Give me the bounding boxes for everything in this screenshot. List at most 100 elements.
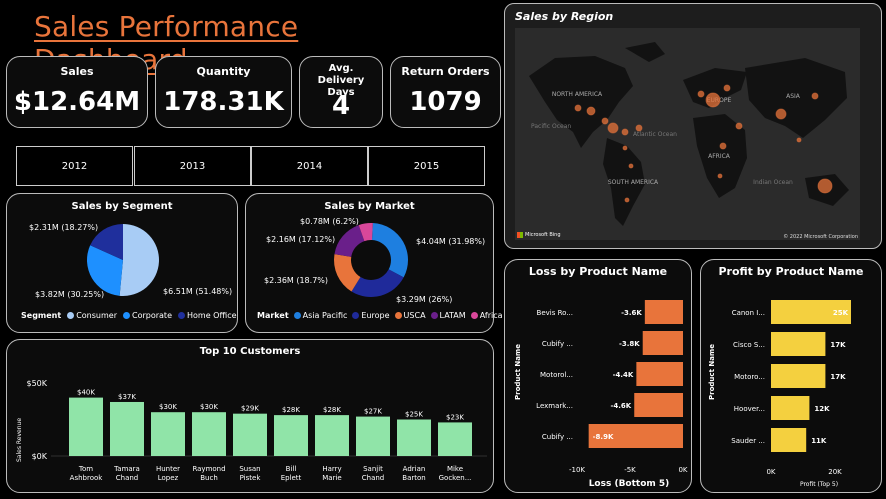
legend-label-africa: Africa [479,311,503,320]
legend-item-corporate: Corporate [123,311,172,320]
customer-bar-4[interactable] [233,413,267,456]
customer-data-label-3: $30K [200,403,218,411]
world-map[interactable]: NORTH AMERICA EUROPE ASIA AFRICA SOUTH A… [515,28,881,242]
loss-data-label-0: -3.6K [621,309,642,317]
market-data-label-0: $4.04M (31.98%) [416,237,485,246]
profit-bar-chart: Product Name Profit (Top 5) Canon I... 25… [708,300,851,488]
loss-bar-chart: Product Name Loss (Bottom 5) Bevis Ro...… [514,300,688,489]
customer-data-label-2: $30K [159,403,177,411]
customers-chart-card: Top 10 Customers Sales Revenue $50K $0K … [6,339,494,493]
loss-category-4: Cubify ... [542,433,573,441]
profit-category-3: Hoover... [734,405,765,413]
market-chart-card: Sales by Market $4.04M (31.98%) $3.29M (2… [245,193,503,333]
loss-category-1: Cubify ... [542,340,573,348]
market-data-label-2: $2.36M (18.7%) [264,276,328,285]
market-slice-1[interactable] [351,269,404,297]
customer-bar-0[interactable] [69,397,103,456]
kpi-quantity-value: 178.31K [163,87,284,117]
profit-x-axis-label: Profit (Top 5) [800,481,838,488]
market-data-label-4: $0.78M (6.2%) [300,217,359,226]
loss-data-label-1: -3.8K [619,340,640,348]
segment-slice-0[interactable] [119,224,160,296]
legend-item-consumer: Consumer [67,311,117,320]
customer-bar-6[interactable] [315,415,349,456]
legend-label-consumer: Consumer [76,311,117,320]
kpi-quantity-label: Quantity [196,65,251,78]
year-button-2015[interactable]: 2015 [368,146,485,186]
legend-label-corporate: Corporate [132,311,172,320]
profit-category-4: Sauder ... [731,437,765,445]
market-data-label-3: $2.16M (17.12%) [266,235,335,244]
customer-name-3: Raymond Buch [192,465,225,482]
legend-label-asia-pacific: Asia Pacific [302,311,348,320]
segment-data-label-2: $2.31M (18.27%) [29,223,98,232]
customer-bar-3[interactable] [192,412,226,456]
kpi-sales-value: $12.64M [13,87,141,117]
map-label-africa: AFRICA [708,153,731,160]
profit-bar-1[interactable] [771,332,826,356]
segment-legend: Segment Consumer Corporate Home Office [21,311,237,320]
map-copyright: © 2022 Microsoft Corporation [783,233,858,240]
profit-data-label-4: 11K [811,437,827,445]
customer-bar-7[interactable] [356,416,390,456]
customer-data-label-9: $23K [446,413,464,421]
customer-name-6: Harry Marie [322,465,341,482]
loss-bar-2[interactable] [636,362,683,386]
market-data-label-1: $3.29M (26%) [396,295,452,304]
profit-bar-2[interactable] [771,364,826,388]
profit-chart-card: Profit by Product Name Product Name Prof… [700,259,882,493]
legend-label-latam: LATAM [439,311,466,320]
customer-name-1: Tamara Chand [113,465,140,482]
kpi-sales-label: Sales [60,65,94,78]
customer-data-label-1: $37K [118,393,136,401]
loss-bar-3[interactable] [634,393,683,417]
market-slice-0[interactable] [371,223,408,278]
kpi-returns-value: 1079 [409,87,482,117]
loss-data-label-2: -4.4K [613,371,634,379]
loss-category-3: Lexmark... [536,402,573,410]
loss-chart-card: Loss by Product Name Product Name Loss (… [504,259,692,493]
year-button-2013[interactable]: 2013 [134,146,251,186]
map-label-north-america: NORTH AMERICA [552,91,603,98]
loss-category-2: Motorol... [540,371,573,379]
customer-data-label-5: $28K [282,406,300,414]
loss-bar-1[interactable] [642,331,683,355]
customer-bar-1[interactable] [110,401,144,456]
customer-name-4: Susan Pistek [239,465,261,482]
loss-y-axis-label: Product Name [514,344,522,400]
legend-item-europe: Europe [352,311,390,320]
map-label-atlantic: Atlantic Ocean [633,131,677,138]
year-button-2012[interactable]: 2012 [16,146,133,186]
legend-item-africa: Africa [470,311,503,320]
legend-label-home-office: Home Office [187,311,237,320]
loss-bar-0[interactable] [644,300,683,324]
legend-item-latam: LATAM [430,311,466,320]
customer-bar-8[interactable] [397,419,431,457]
loss-data-label-4: -8.9K [593,433,614,441]
legend-item-usca: USCA [394,311,426,320]
segment-data-label-0: $6.51M (51.48%) [163,287,232,296]
profit-category-0: Canon I... [732,309,765,317]
loss-xtick-minus10k: -10K [569,466,585,474]
profit-xtick-20k: 20K [828,468,842,476]
loss-data-label-3: -4.6K [611,402,632,410]
profit-category-1: Cisco S... [733,341,765,349]
bing-logo-icon [517,232,523,238]
customer-data-label-4: $29K [241,405,259,413]
customer-bar-2[interactable] [151,412,185,456]
customer-bar-9[interactable] [438,422,472,456]
legend-item-home-office: Home Office [178,311,237,320]
market-slice-3[interactable] [334,225,365,257]
profit-data-label-0: 25K [833,309,849,317]
customers-ytick-50: $50K [26,379,47,388]
customer-name-9: Mike Gocken... [439,465,472,482]
profit-bar-4[interactable] [771,428,807,452]
loss-category-0: Bevis Ro... [537,309,573,317]
kpi-delivery-card: Avg. Delivery Days 4 [299,56,383,128]
customer-bar-5[interactable] [274,415,308,456]
profit-bar-3[interactable] [771,396,810,420]
year-button-2014[interactable]: 2014 [251,146,368,186]
kpi-delivery-value: 4 [331,91,351,121]
profit-data-label-3: 12K [814,405,830,413]
segment-data-label-1: $3.82M (30.25%) [35,290,104,299]
